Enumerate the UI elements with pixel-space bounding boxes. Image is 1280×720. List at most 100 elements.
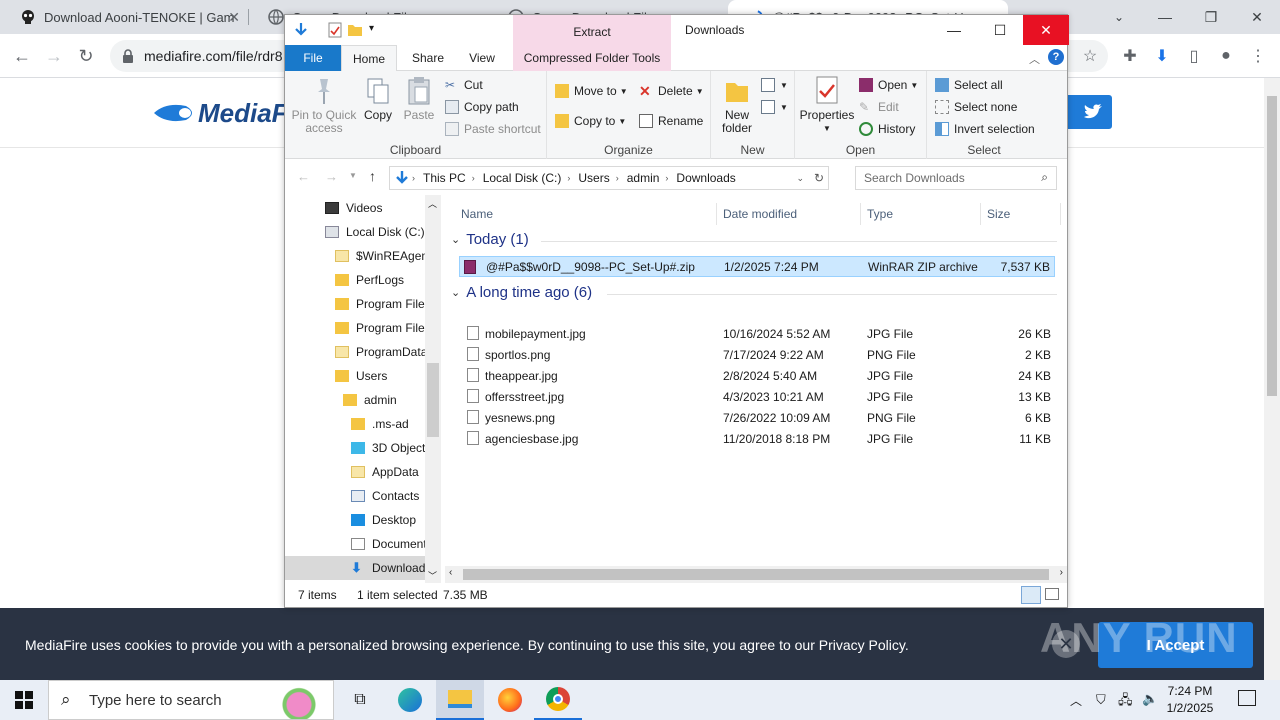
paste-button[interactable]: Paste xyxy=(401,75,437,122)
horizontal-scroll-thumb[interactable] xyxy=(463,569,1049,580)
properties-button[interactable]: Properties ▼ xyxy=(799,75,855,135)
tab-file[interactable]: File xyxy=(285,45,341,71)
file-row[interactable]: sportlos.png 7/17/2024 9:22 AM PNG File 2 K… xyxy=(459,344,1055,365)
move-to-button[interactable]: Move to ▼ xyxy=(555,81,628,101)
nav-item-folder[interactable]: Program Files xyxy=(335,316,431,340)
file-row[interactable]: offersstreet.jpg 4/3/2023 10:21 AM JPG Fil… xyxy=(459,386,1055,407)
chrome-app[interactable] xyxy=(534,680,582,720)
firefox-app[interactable] xyxy=(486,680,534,720)
star-icon[interactable]: ☆ xyxy=(1078,44,1102,68)
breadcrumb-admin[interactable]: admin xyxy=(627,171,660,185)
details-view-icon[interactable] xyxy=(1021,586,1041,604)
nav-item-folder[interactable]: PerfLogs xyxy=(335,268,404,292)
history-button[interactable]: History xyxy=(859,119,915,139)
close-icon[interactable]: ✕ xyxy=(1023,15,1069,45)
tab-search-icon[interactable]: ⌄ xyxy=(1096,0,1142,34)
nav-scroll-thumb[interactable] xyxy=(427,363,439,437)
tab-share[interactable]: Share xyxy=(403,45,453,71)
large-icons-view-icon[interactable] xyxy=(1045,588,1059,600)
invert-selection-button[interactable]: Invert selection xyxy=(935,119,1035,139)
close-banner-icon[interactable]: ✕ xyxy=(1052,630,1080,658)
restore-icon[interactable]: ❐ xyxy=(1188,0,1234,34)
nav-item-folder[interactable]: admin xyxy=(343,388,397,412)
select-all-button[interactable]: Select all xyxy=(935,75,1003,95)
browser-tab[interactable]: Download Aooni-TENOKE | Gam ✕ xyxy=(0,0,248,34)
up-icon[interactable]: ↑ xyxy=(369,168,376,184)
cut-button[interactable]: ✂ Cut xyxy=(445,75,483,95)
taskbar-search-input[interactable]: ⌕ Type here to search xyxy=(48,680,334,720)
extensions-icon[interactable]: ✚ xyxy=(1118,44,1142,68)
new-folder-icon[interactable] xyxy=(347,22,363,38)
tab-compressed-folder-tools[interactable]: Compressed Folder Tools xyxy=(513,45,671,71)
security-icon[interactable]: ⛉ xyxy=(1096,692,1106,708)
file-row[interactable]: mobilepayment.jpg 10/16/2024 5:52 AM JPG F… xyxy=(459,323,1055,344)
delete-button[interactable]: ✕ Delete ▼ xyxy=(639,81,704,101)
breadcrumb-local-disk[interactable]: Local Disk (C:) xyxy=(483,171,562,185)
start-button[interactable] xyxy=(0,680,48,720)
profile-icon[interactable]: ● xyxy=(1214,44,1238,68)
address-bar[interactable]: › This PC › Local Disk (C:) › Users › ad… xyxy=(389,166,829,190)
network-icon[interactable]: 🖧 xyxy=(1118,691,1133,713)
edit-button[interactable]: ✎ Edit xyxy=(859,97,899,117)
scroll-down-icon[interactable]: ﹀ xyxy=(428,569,437,582)
horizontal-scrollbar[interactable]: ‹ › xyxy=(445,566,1067,583)
nav-item-local-disk[interactable]: Local Disk (C:) xyxy=(325,220,425,244)
volume-icon[interactable]: 🔈 xyxy=(1142,691,1158,707)
rename-button[interactable]: Rename xyxy=(639,111,703,131)
minimize-icon[interactable]: — xyxy=(1142,0,1188,34)
tab-view[interactable]: View xyxy=(457,45,507,71)
search-input[interactable]: Search Downloads ⌕ xyxy=(855,166,1057,190)
nav-item-videos[interactable]: Videos xyxy=(325,196,382,220)
tab-home[interactable]: Home xyxy=(341,45,397,72)
download-icon[interactable]: ⬇ xyxy=(1150,44,1174,68)
group-header-today[interactable]: ⌄ Today (1) xyxy=(451,231,529,248)
pin-quick-access-button[interactable]: Pin to Quick access xyxy=(289,75,359,135)
collapse-ribbon-icon[interactable]: ︿ xyxy=(1029,51,1040,67)
open-button[interactable]: Open ▼ xyxy=(859,75,918,95)
refresh-icon[interactable]: ↻ xyxy=(814,171,824,185)
nav-item-contacts[interactable]: Contacts xyxy=(351,484,419,508)
group-header-old[interactable]: ⌄ A long time ago (6) xyxy=(451,284,592,301)
back-icon[interactable]: ← xyxy=(8,42,36,70)
chevron-up-icon[interactable]: ︿ xyxy=(1070,692,1082,709)
reload-icon[interactable]: ↻ xyxy=(72,42,100,70)
scroll-up-icon[interactable]: ︿ xyxy=(428,197,437,210)
scroll-right-icon[interactable]: › xyxy=(1060,567,1063,578)
nav-item-3d-objects[interactable]: 3D Objects xyxy=(351,436,431,460)
properties-icon[interactable] xyxy=(327,22,343,38)
nav-item-folder[interactable]: $WinREAgent xyxy=(335,244,431,268)
file-explorer-app[interactable] xyxy=(436,680,484,720)
paste-shortcut-button[interactable]: Paste shortcut xyxy=(445,119,541,139)
copy-path-button[interactable]: Copy path xyxy=(445,97,519,117)
column-type[interactable]: Type xyxy=(861,203,981,225)
breadcrumb-users[interactable]: Users xyxy=(578,171,609,185)
nav-item-desktop[interactable]: Desktop xyxy=(351,508,416,532)
close-tab-icon[interactable]: ✕ xyxy=(228,9,240,26)
close-icon[interactable]: ✕ xyxy=(1234,0,1280,34)
file-row[interactable]: theappear.jpg 2/8/2024 5:40 AM JPG File 24 … xyxy=(459,365,1055,386)
menu-icon[interactable]: ⋮ xyxy=(1246,44,1270,68)
copy-button[interactable]: Copy xyxy=(361,75,395,122)
column-name[interactable]: Name xyxy=(455,203,717,225)
file-row[interactable]: yesnews.png 7/26/2022 10:09 AM PNG File 6 K… xyxy=(459,407,1055,428)
forward-icon[interactable]: → xyxy=(325,169,338,184)
breadcrumb-downloads[interactable]: Downloads xyxy=(676,171,735,185)
select-none-button[interactable]: Select none xyxy=(935,97,1017,117)
minimize-icon[interactable]: — xyxy=(931,15,977,45)
edge-app[interactable] xyxy=(386,680,434,720)
nav-item-folder[interactable]: AppData xyxy=(351,460,419,484)
new-item-button[interactable]: ▼ xyxy=(761,75,788,95)
breadcrumb-this-pc[interactable]: This PC xyxy=(423,171,466,185)
nav-item-folder[interactable]: Users xyxy=(335,364,387,388)
forward-icon[interactable]: → xyxy=(40,42,68,70)
file-row-selected[interactable]: @#Pa$$w0rD__9098--PC_Set-Up#.zip 1/2/202… xyxy=(459,256,1055,277)
nav-item-documents[interactable]: Documents xyxy=(351,532,433,556)
sidepanel-icon[interactable]: ▯ xyxy=(1182,44,1206,68)
nav-item-downloads[interactable]: ⬇ Downloads xyxy=(285,556,431,580)
nav-scrollbar[interactable]: ︿ ﹀ xyxy=(425,195,441,583)
easy-access-button[interactable]: ▼ xyxy=(761,97,788,117)
customize-qat-icon[interactable]: ▾ xyxy=(369,23,374,34)
copy-to-button[interactable]: Copy to ▼ xyxy=(555,111,626,131)
address-dropdown-icon[interactable]: ⌄ xyxy=(796,173,804,184)
help-icon[interactable]: ? xyxy=(1048,49,1064,65)
